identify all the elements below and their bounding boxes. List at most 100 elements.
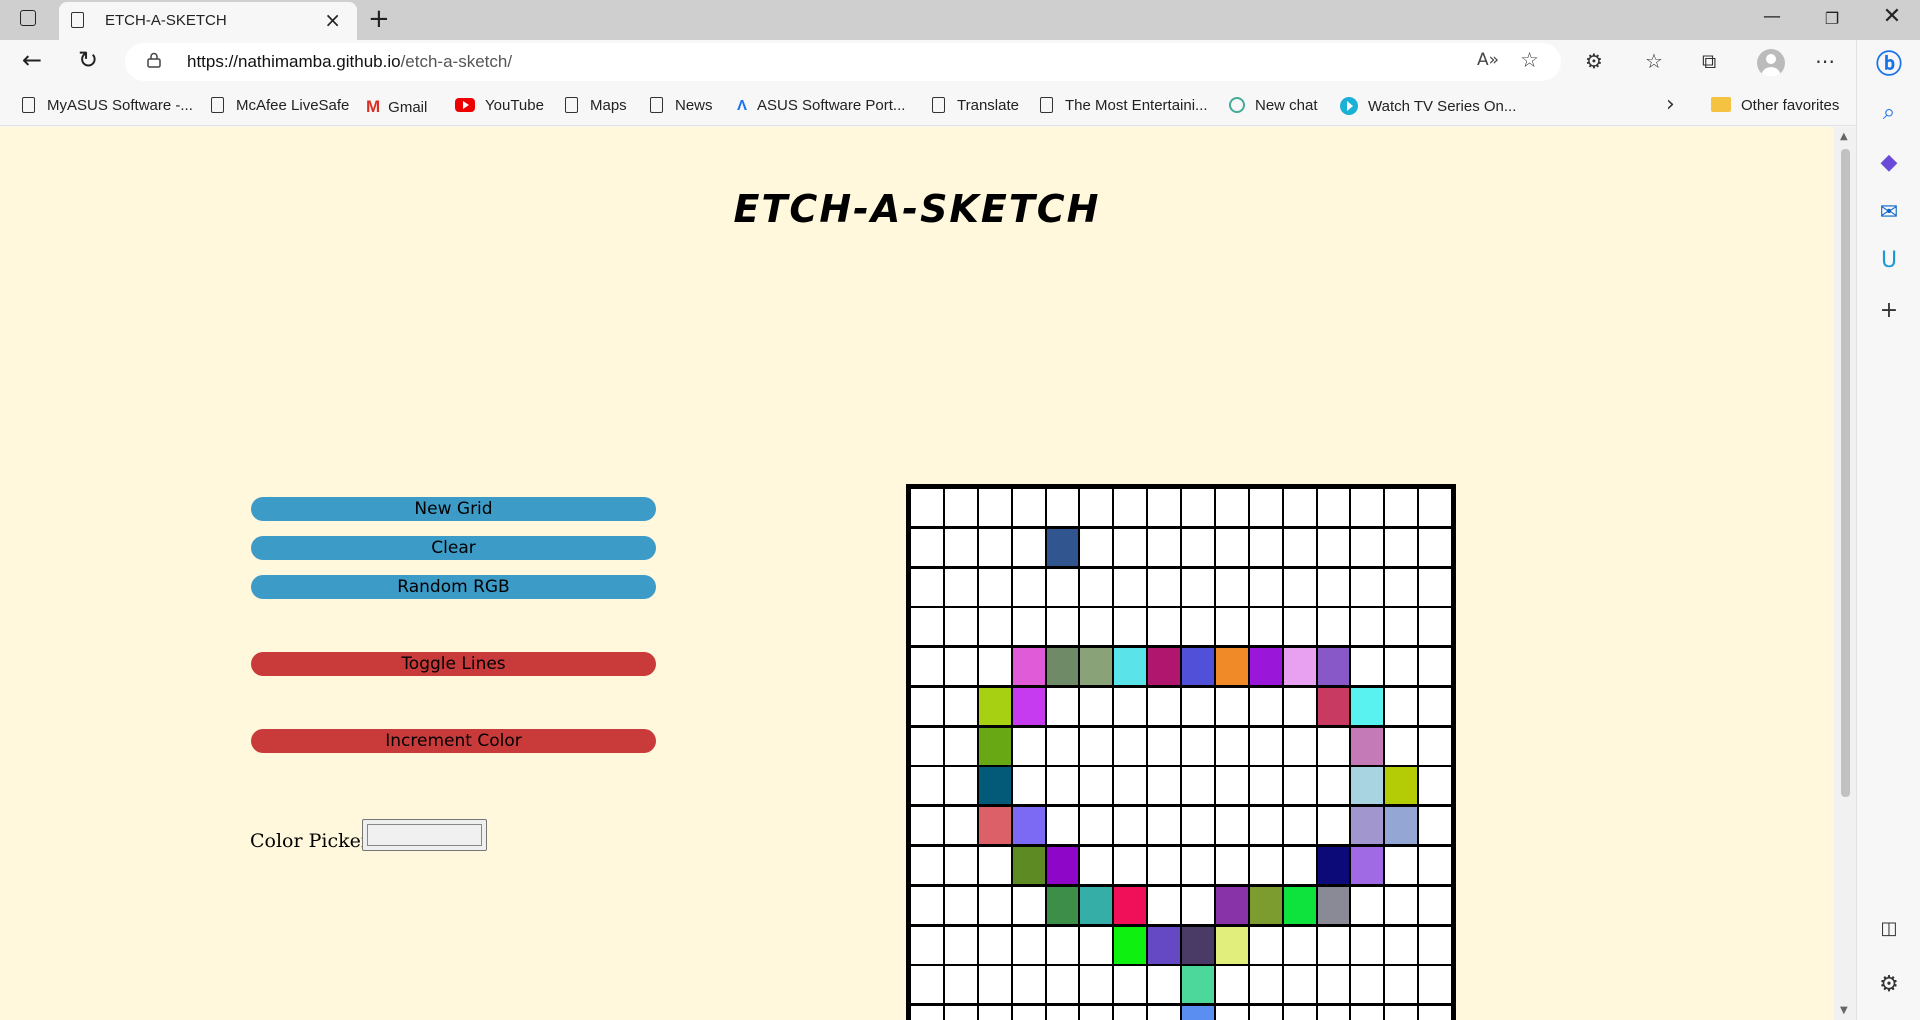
grid-cell[interactable] <box>978 648 1011 686</box>
grid-cell[interactable] <box>1419 886 1451 924</box>
add-icon[interactable]: + <box>1857 298 1920 323</box>
grid-cell[interactable] <box>1114 489 1147 526</box>
bookmark-item[interactable]: MyASUS Software -... <box>22 97 193 114</box>
minimize-icon[interactable]: — <box>1752 6 1792 27</box>
grid-cell[interactable] <box>1283 767 1316 805</box>
grid-cell[interactable] <box>1385 727 1418 765</box>
grid-cell[interactable] <box>1419 926 1451 964</box>
grid-cell[interactable] <box>1351 568 1384 606</box>
grid-cell[interactable] <box>1080 608 1113 646</box>
grid-cell[interactable] <box>1419 648 1451 686</box>
grid-cell[interactable] <box>911 886 943 924</box>
bookmark-item[interactable]: McAfee LiveSafe <box>211 97 349 114</box>
grid-cell[interactable] <box>1317 966 1350 1004</box>
bookmark-item[interactable]: M Gmail <box>366 97 427 117</box>
grid-cell[interactable] <box>1182 528 1214 566</box>
grid-cell[interactable] <box>1351 727 1384 765</box>
refresh-icon[interactable]: ↻ <box>78 46 98 74</box>
other-favorites[interactable]: Other favorites <box>1711 97 1839 114</box>
grid-cell[interactable] <box>1385 528 1418 566</box>
grid-cell[interactable] <box>1182 1006 1214 1020</box>
back-icon[interactable]: ← <box>22 46 42 74</box>
grid-cell[interactable] <box>1080 767 1113 805</box>
scrollbar-thumb[interactable] <box>1841 149 1850 797</box>
grid-cell[interactable] <box>1317 648 1350 686</box>
shopping-icon[interactable]: ◆ <box>1857 150 1920 175</box>
grid-cell[interactable] <box>1080 648 1113 686</box>
grid-cell[interactable] <box>1317 727 1350 765</box>
grid-cell[interactable] <box>1046 926 1079 964</box>
grid-cell[interactable] <box>1046 687 1079 725</box>
grid-cell[interactable] <box>1182 489 1214 526</box>
close-window-icon[interactable]: ✕ <box>1872 4 1912 29</box>
grid-cell[interactable] <box>1215 568 1248 606</box>
grid-cell[interactable] <box>1419 608 1451 646</box>
new-grid-button[interactable]: New Grid <box>251 497 656 521</box>
grid-cell[interactable] <box>1114 687 1147 725</box>
grid-cell[interactable] <box>944 648 977 686</box>
grid-cell[interactable] <box>1317 687 1350 725</box>
grid-cell[interactable] <box>1385 1006 1418 1020</box>
grid-cell[interactable] <box>911 568 943 606</box>
grid-cell[interactable] <box>1012 847 1045 885</box>
grid-cell[interactable] <box>1012 767 1045 805</box>
grid-cell[interactable] <box>1215 1006 1248 1020</box>
grid-cell[interactable] <box>1012 687 1045 725</box>
address-bar[interactable]: https://nathimamba.github.io/etch-a-sket… <box>125 43 1561 81</box>
grid-cell[interactable] <box>1114 727 1147 765</box>
grid-cell[interactable] <box>978 767 1011 805</box>
grid-cell[interactable] <box>1249 926 1282 964</box>
grid-cell[interactable] <box>944 1006 977 1020</box>
grid-cell[interactable] <box>1283 807 1316 845</box>
grid-cell[interactable] <box>1046 886 1079 924</box>
grid-cell[interactable] <box>944 727 977 765</box>
grid-cell[interactable] <box>1351 687 1384 725</box>
profile-avatar[interactable] <box>1757 49 1785 77</box>
grid-cell[interactable] <box>1114 1006 1147 1020</box>
grid-cell[interactable] <box>1012 727 1045 765</box>
grid-cell[interactable] <box>1215 966 1248 1004</box>
grid-cell[interactable] <box>1283 489 1316 526</box>
grid-cell[interactable] <box>1419 847 1451 885</box>
grid-cell[interactable] <box>1351 807 1384 845</box>
grid-cell[interactable] <box>1283 568 1316 606</box>
grid-cell[interactable] <box>1012 489 1045 526</box>
grid-cell[interactable] <box>1385 847 1418 885</box>
grid-cell[interactable] <box>1215 926 1248 964</box>
grid-cell[interactable] <box>1351 608 1384 646</box>
grid-cell[interactable] <box>944 767 977 805</box>
grid-cell[interactable] <box>1249 528 1282 566</box>
grid-cell[interactable] <box>1182 568 1214 606</box>
grid-cell[interactable] <box>1114 568 1147 606</box>
grid-cell[interactable] <box>1080 847 1113 885</box>
grid-cell[interactable] <box>944 528 977 566</box>
grid-cell[interactable] <box>911 807 943 845</box>
grid-cell[interactable] <box>1148 886 1180 924</box>
grid-cell[interactable] <box>1215 648 1248 686</box>
grid-cell[interactable] <box>978 528 1011 566</box>
grid-cell[interactable] <box>1351 926 1384 964</box>
grid-cell[interactable] <box>1215 847 1248 885</box>
grid-cell[interactable] <box>911 1006 943 1020</box>
add-favorite-icon[interactable]: ☆ <box>1520 48 1539 72</box>
grid-cell[interactable] <box>1080 1006 1113 1020</box>
grid-cell[interactable] <box>1080 886 1113 924</box>
grid-cell[interactable] <box>1080 966 1113 1004</box>
grid-cell[interactable] <box>1249 807 1282 845</box>
grid-cell[interactable] <box>1317 807 1350 845</box>
grid-cell[interactable] <box>1046 568 1079 606</box>
grid-cell[interactable] <box>1080 687 1113 725</box>
lock-icon[interactable] <box>147 52 161 68</box>
favorites-icon[interactable]: ☆ <box>1645 49 1663 73</box>
grid-cell[interactable] <box>978 966 1011 1004</box>
grid-cell[interactable] <box>978 727 1011 765</box>
grid-cell[interactable] <box>1249 727 1282 765</box>
grid-cell[interactable] <box>1182 847 1214 885</box>
grid-cell[interactable] <box>1249 687 1282 725</box>
grid-cell[interactable] <box>978 687 1011 725</box>
grid-cell[interactable] <box>1283 687 1316 725</box>
grid-cell[interactable] <box>911 687 943 725</box>
grid-cell[interactable] <box>911 767 943 805</box>
page-scrollbar[interactable]: ▲ ▼ <box>1834 127 1856 1020</box>
grid-cell[interactable] <box>944 966 977 1004</box>
